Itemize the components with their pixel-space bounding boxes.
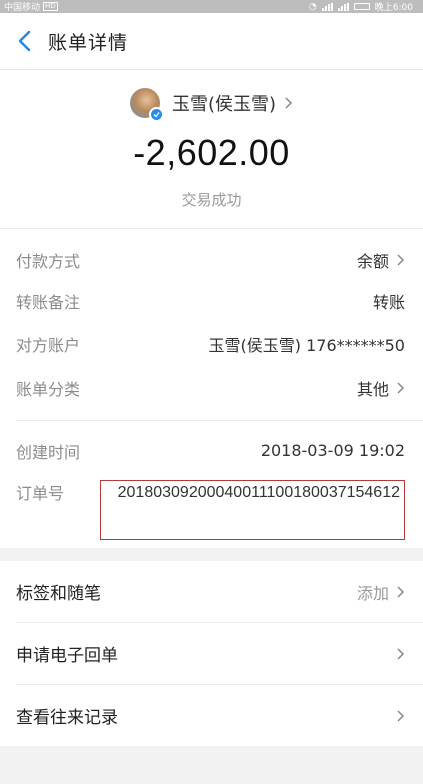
add-label: 添加 bbox=[356, 583, 389, 603]
menu-item-action bbox=[389, 709, 405, 723]
payee-link[interactable]: 玉雪(侯玉雪) bbox=[0, 88, 423, 122]
chevron-left-icon bbox=[18, 30, 31, 52]
detail-row-transfer-note: 转账备注 转账 bbox=[0, 280, 423, 322]
payee-name: 玉雪(侯玉雪) bbox=[171, 94, 277, 115]
avatar bbox=[129, 88, 164, 122]
detail-label: 创建时间 bbox=[16, 442, 81, 462]
chevron-right-icon bbox=[396, 709, 405, 723]
detail-value: 玉雪(侯玉雪) 176******50 bbox=[208, 336, 405, 355]
chevron-right-icon bbox=[396, 381, 405, 395]
status-left: 中国移动 HD bbox=[4, 0, 58, 13]
action-menu: 标签和随笔 添加 申请电子回单 查看往来记录 bbox=[0, 561, 423, 746]
tags-notes-item[interactable]: 标签和随笔 添加 bbox=[0, 561, 423, 622]
hd-badge: HD bbox=[43, 2, 58, 11]
payment-method-value: 余额 bbox=[356, 252, 389, 271]
menu-item-label: 查看往来记录 bbox=[16, 708, 118, 728]
status-right: ◔ 晚上6:00 bbox=[308, 0, 413, 14]
alarm-icon: ◔ bbox=[308, 1, 317, 12]
detail-label: 对方账户 bbox=[16, 336, 81, 355]
verified-badge-icon bbox=[148, 107, 164, 122]
history-item[interactable]: 查看往来记录 bbox=[0, 685, 423, 746]
detail-label: 订单号 bbox=[16, 484, 65, 503]
detail-label: 账单分类 bbox=[16, 380, 81, 399]
carrier-label: 中国移动 bbox=[4, 3, 41, 13]
detail-value: 2018-03-09 19:02 bbox=[260, 441, 405, 460]
chevron-right-icon bbox=[396, 253, 405, 267]
detail-row-counterparty: 对方账户 玉雪(侯玉雪) 176******50 bbox=[0, 322, 423, 366]
signal-2-icon bbox=[337, 2, 349, 11]
section-gap bbox=[0, 548, 423, 561]
detail-row-category[interactable]: 账单分类 其他 bbox=[0, 366, 423, 410]
transaction-summary: 玉雪(侯玉雪) -2,602.00 交易成功 bbox=[0, 70, 423, 228]
signal-icon bbox=[321, 2, 333, 11]
nav-bar: 账单详情 bbox=[0, 13, 423, 70]
detail-label: 付款方式 bbox=[16, 252, 81, 271]
detail-row-created-time: 创建时间 2018-03-09 19:02 bbox=[0, 421, 423, 480]
detail-value: 转账 bbox=[372, 293, 405, 312]
detail-label: 转账备注 bbox=[16, 293, 81, 312]
order-number-value: 20180309200040011100180037154612 bbox=[100, 480, 405, 540]
status-bar: 中国移动 HD ◔ 晚上6:00 bbox=[0, 0, 423, 13]
detail-value: 余额 bbox=[357, 248, 405, 272]
category-value: 其他 bbox=[356, 380, 389, 399]
transaction-details: 付款方式 余额 转账备注 转账 对方账户 玉雪(侯玉雪) 176******50… bbox=[0, 228, 423, 548]
clock: 晚上6:00 bbox=[374, 3, 413, 13]
menu-item-label: 标签和随笔 bbox=[16, 584, 101, 604]
menu-item-action: 添加 bbox=[357, 580, 405, 604]
detail-value: 其他 bbox=[357, 376, 405, 400]
battery-icon bbox=[353, 3, 370, 10]
page-title: 账单详情 bbox=[48, 31, 129, 54]
chevron-right-icon bbox=[396, 647, 405, 661]
detail-row-payment-method[interactable]: 付款方式 余额 bbox=[0, 240, 423, 280]
detail-row-order-number: 订单号 20180309200040011100180037154612 bbox=[0, 480, 423, 544]
transaction-amount: -2,602.00 bbox=[133, 132, 290, 173]
chevron-right-icon bbox=[284, 96, 293, 110]
menu-item-label: 申请电子回单 bbox=[16, 646, 118, 666]
e-receipt-item[interactable]: 申请电子回单 bbox=[0, 623, 423, 684]
menu-item-action bbox=[389, 647, 405, 661]
back-button[interactable] bbox=[4, 13, 44, 70]
chevron-right-icon bbox=[396, 585, 405, 599]
transaction-status: 交易成功 bbox=[181, 191, 242, 209]
